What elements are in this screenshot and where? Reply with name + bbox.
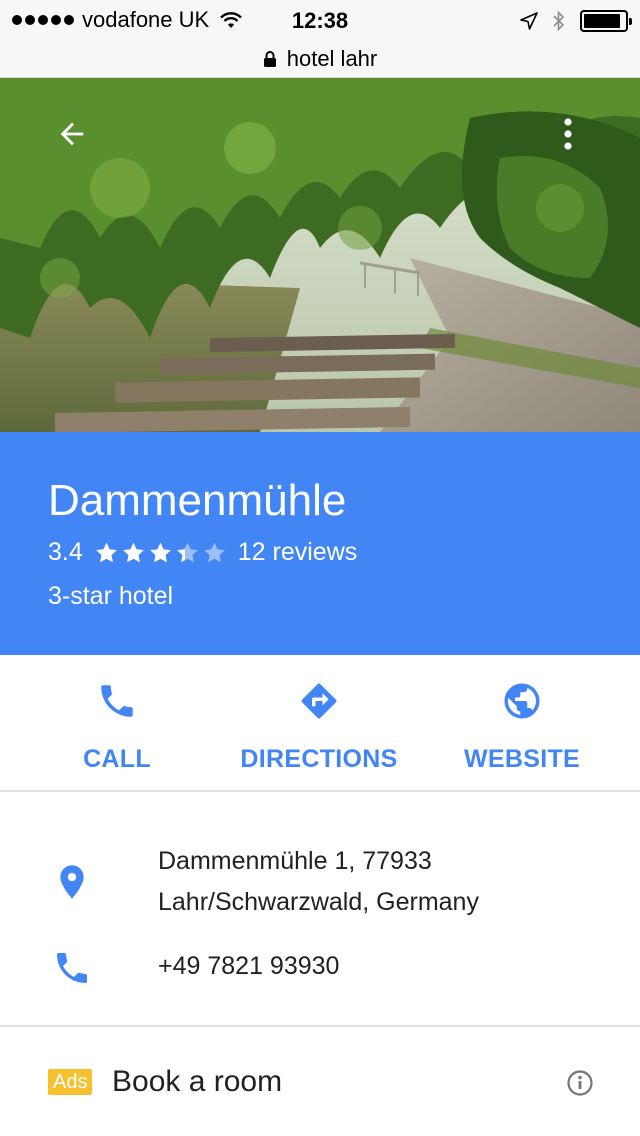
- rating-row[interactable]: 3.4 12 reviews: [48, 538, 357, 567]
- review-count[interactable]: 12 reviews: [238, 538, 358, 567]
- address-bar[interactable]: hotel lahr: [0, 40, 640, 78]
- lock-icon: [263, 50, 276, 67]
- signal-strength-icon: [12, 15, 74, 25]
- address-line-1: Dammenmühle 1, 77933: [158, 847, 432, 875]
- bluetooth-icon: [553, 10, 565, 32]
- carrier-name: vodafone UK: [82, 7, 210, 32]
- rating-value: 3.4: [48, 538, 83, 566]
- url-text: hotel lahr: [286, 45, 378, 71]
- book-a-room-row[interactable]: Ads Book a room: [0, 1027, 640, 1136]
- star-icon: [149, 542, 171, 562]
- more-options-button[interactable]: [542, 108, 594, 160]
- star-icon: [95, 542, 117, 562]
- directions-label: DIRECTIONS: [240, 745, 398, 773]
- call-label: CALL: [83, 745, 151, 773]
- battery-icon: [580, 10, 632, 32]
- hotel-photo[interactable]: [0, 78, 640, 432]
- phone-icon: [101, 685, 133, 717]
- address-row[interactable]: Dammenmühle 1, 77933 Lahr/Schwarzwald, G…: [0, 836, 640, 926]
- back-button[interactable]: [46, 108, 98, 160]
- place-title: Dammenmühle: [48, 476, 347, 525]
- phone-row[interactable]: +49 7821 93930: [0, 944, 640, 994]
- phone-number: +49 7821 93930: [158, 952, 340, 980]
- star-icon: [203, 542, 225, 562]
- call-button[interactable]: CALL: [17, 655, 217, 792]
- location-arrow-icon: [520, 12, 538, 30]
- phone-icon: [50, 946, 94, 990]
- status-bar: vodafone UK 12:38: [0, 0, 640, 40]
- globe-icon: [504, 683, 540, 719]
- website-button[interactable]: WEBSITE: [422, 655, 622, 792]
- more-vert-icon: [564, 118, 572, 150]
- directions-button[interactable]: DIRECTIONS: [219, 655, 419, 792]
- wifi-icon: [220, 12, 243, 28]
- place-category: 3-star hotel: [48, 582, 174, 610]
- rating-stars: [93, 540, 228, 566]
- star-icon: [122, 542, 144, 562]
- star-icon: [176, 542, 198, 562]
- website-label: WEBSITE: [464, 745, 580, 773]
- ads-badge: Ads: [48, 1069, 93, 1095]
- address-line-2: Lahr/Schwarzwald, Germany: [158, 888, 479, 916]
- info-icon[interactable]: [566, 1069, 594, 1097]
- place-pin-icon: [50, 860, 94, 904]
- arrow-back-icon: [60, 122, 84, 146]
- directions-icon: [301, 683, 337, 719]
- place-header: Dammenmühle 3.4 12 reviews 3-star hotel: [0, 432, 640, 655]
- book-a-room-label: Book a room: [112, 1065, 283, 1098]
- action-bar: CALL DIRECTIONS WEBSITE: [0, 655, 640, 792]
